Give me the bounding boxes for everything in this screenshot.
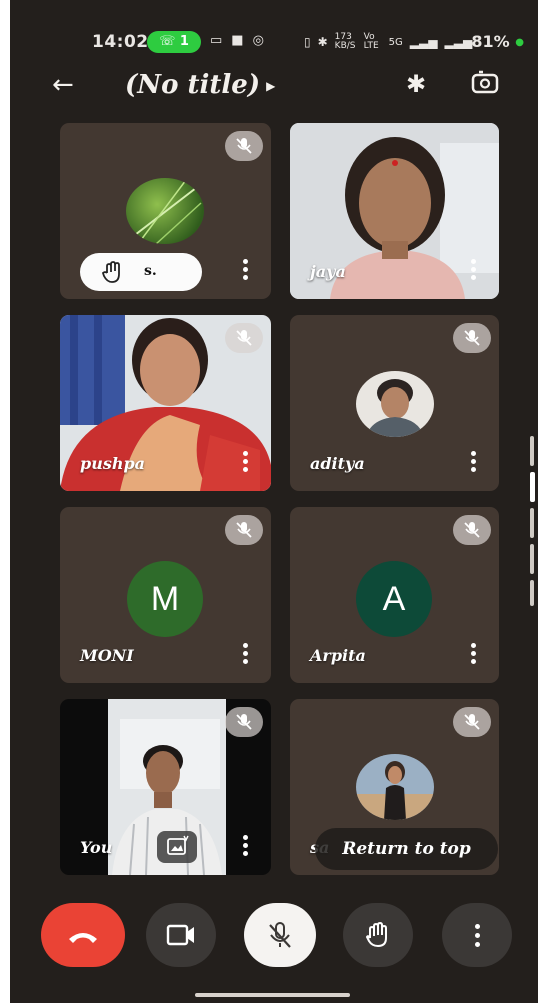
scroll-segment [530, 544, 534, 574]
bluetooth-status-icon: ✱ [317, 35, 328, 49]
end-call-icon [69, 933, 97, 943]
mic-off-icon [225, 323, 263, 353]
vibrate-icon: ▯ [304, 35, 311, 49]
bluetooth-icon[interactable]: ✱ [406, 70, 426, 98]
participant-tile-pushpa[interactable]: pushpa [60, 315, 271, 491]
participant-name: MONI [80, 646, 134, 665]
left-border [0, 0, 10, 1003]
avatar [356, 371, 434, 437]
scroll-segment [530, 508, 534, 538]
more-vert-icon[interactable] [471, 259, 477, 281]
raise-hand-icon [101, 261, 120, 283]
app-bar: ← (No title) ▶ ✱ [10, 62, 538, 114]
more-vert-icon[interactable] [243, 643, 249, 665]
ongoing-call-pill[interactable]: ☏ 1 [147, 31, 201, 53]
participant-tile-arpita[interactable]: A Arpita [290, 507, 499, 683]
battery-dot-icon: ● [515, 37, 524, 48]
mic-off-icon [269, 922, 291, 948]
more-vert-icon[interactable] [471, 451, 477, 473]
avatar [126, 178, 204, 244]
mic-off-icon [453, 707, 491, 737]
participant-name: jaya [310, 262, 346, 281]
caret-right-icon: ▶ [266, 79, 276, 93]
call-count: 1 [179, 34, 189, 49]
raise-hand-icon [365, 921, 387, 948]
participant-name: You [80, 838, 113, 857]
participant-tile-s[interactable]: s. [60, 123, 271, 299]
arrow-left-icon[interactable]: ← [52, 70, 74, 100]
more-options-button[interactable] [442, 903, 512, 967]
signal-icon: ▂▃▅ [409, 35, 438, 49]
battery-level: 81% ● [471, 32, 524, 51]
meeting-screen: 14:02 ☏ 1 ▭ ■ ◎ ▯ ✱ 173 KB/S Vo LTE 5G ▂… [10, 0, 538, 1003]
notification-icons: ▭ ■ ◎ [210, 33, 264, 48]
effects-icon [167, 835, 189, 855]
speed-indicator: 173 KB/S [334, 32, 356, 51]
mic-off-icon [453, 515, 491, 545]
participant-tile-jaya[interactable]: jaya [290, 123, 499, 299]
mic-off-icon [225, 707, 263, 737]
signal-icon-2: ▂▃▅ [444, 35, 473, 49]
volte-indicator: Vo LTE [363, 32, 379, 51]
more-vert-icon[interactable] [243, 451, 249, 473]
scroll-thumb [530, 472, 535, 502]
right-border [538, 0, 547, 1003]
status-time: 14:02 [92, 32, 149, 52]
participant-tile-you[interactable]: You [60, 699, 271, 875]
participant-name: s. [144, 263, 157, 279]
camera-button[interactable] [146, 903, 216, 967]
end-call-button[interactable] [41, 903, 125, 967]
avatar [356, 754, 434, 820]
mic-button[interactable] [244, 903, 316, 967]
background-effects-button[interactable] [157, 831, 197, 863]
network-icons: ▯ ✱ 173 KB/S Vo LTE 5G ▂▃▅ ▂▃▅ [304, 33, 472, 51]
meeting-title-text: (No title) [125, 70, 261, 100]
mic-off-icon [225, 515, 263, 545]
message-icon: ■ [231, 33, 244, 48]
more-vert-icon[interactable] [471, 643, 477, 665]
raised-hand-chip: s. [80, 253, 202, 291]
camera-icon [166, 924, 194, 946]
instagram-icon: ◎ [252, 33, 264, 48]
participant-tile-aditya[interactable]: aditya [290, 315, 499, 491]
return-to-top-button[interactable]: Return to top [315, 828, 498, 870]
participant-name: aditya [310, 454, 365, 473]
mic-off-icon [225, 131, 263, 161]
scroll-segment [530, 436, 534, 466]
more-vert-icon[interactable] [243, 259, 249, 281]
scroll-segment [530, 580, 534, 606]
5g-indicator: 5G [388, 36, 403, 48]
participant-tile-moni[interactable]: M MONI [60, 507, 271, 683]
battery-text: 81% [471, 32, 510, 51]
avatar-initial: A [356, 561, 432, 637]
meeting-title[interactable]: (No title) ▶ [125, 70, 275, 100]
switch-camera-icon[interactable] [470, 70, 500, 96]
home-indicator[interactable] [195, 993, 350, 997]
more-vert-icon [475, 924, 480, 947]
more-vert-icon[interactable] [243, 835, 249, 857]
participant-name: pushpa [80, 454, 146, 473]
mic-off-icon [453, 323, 491, 353]
video-record-icon: ▭ [210, 33, 223, 48]
raise-hand-button[interactable] [343, 903, 413, 967]
participant-name: Arpita [310, 646, 366, 665]
avatar-initial: M [127, 561, 203, 637]
